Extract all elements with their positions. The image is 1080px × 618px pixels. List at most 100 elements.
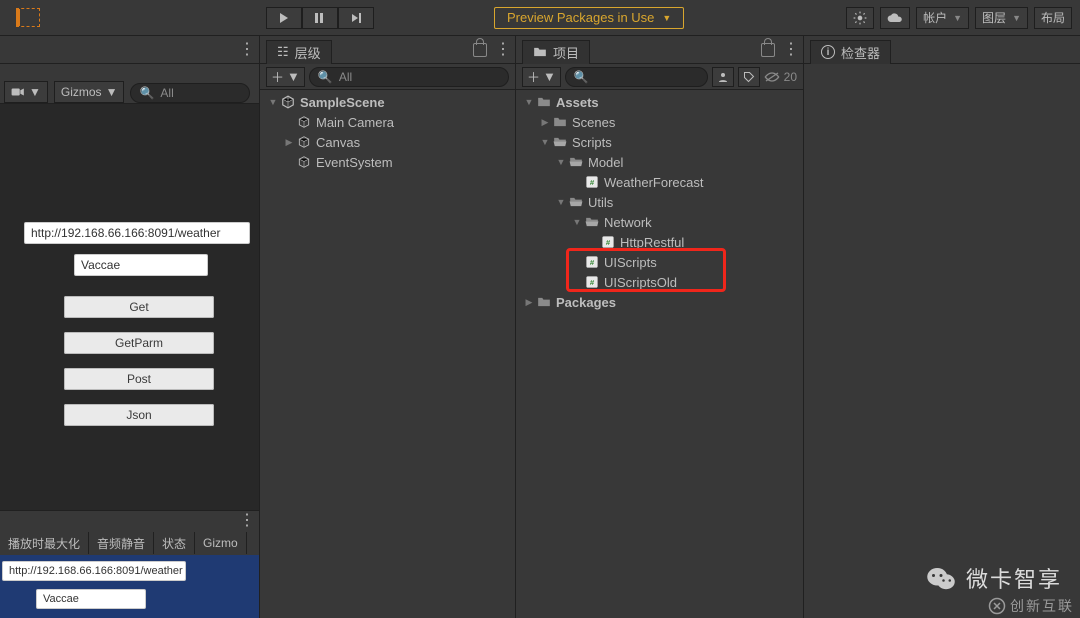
- camera-icon: [11, 87, 25, 97]
- cloud-button[interactable]: [880, 7, 910, 29]
- tree-row[interactable]: ▼ Scripts: [516, 132, 803, 152]
- expand-arrow-icon[interactable]: ▶: [282, 137, 296, 148]
- lock-icon[interactable]: [761, 43, 775, 57]
- expand-arrow-icon[interactable]: ▼: [554, 197, 568, 207]
- hierarchy-menu-icon[interactable]: ⋮: [495, 42, 509, 58]
- post-button[interactable]: Post: [64, 368, 214, 390]
- search-icon: 🔍: [574, 70, 589, 84]
- hierarchy-tree[interactable]: ▼SampleScene▶Main Camera▶Canvas▶EventSys…: [260, 90, 515, 618]
- hierarchy-search[interactable]: 🔍 All: [309, 67, 509, 87]
- expand-arrow-icon[interactable]: ▼: [570, 217, 584, 227]
- expand-arrow-icon[interactable]: ▶: [522, 297, 536, 308]
- inspector-tab[interactable]: i 检查器: [810, 40, 891, 64]
- project-search[interactable]: 🔍: [565, 67, 708, 87]
- expand-arrow-icon[interactable]: ▼: [522, 97, 536, 107]
- chevron-down-icon: ▼: [543, 69, 556, 84]
- tree-row-label: WeatherForecast: [604, 175, 703, 190]
- project-create-dropdown[interactable]: ＋▼: [522, 67, 561, 87]
- project-title: 项目: [553, 43, 579, 62]
- tree-row-label: Packages: [556, 295, 616, 310]
- top-toolbar: Preview Packages in Use ▼ 帐户▼ 图层▼ 布局: [0, 0, 1080, 36]
- layout-dropdown[interactable]: 布局: [1034, 7, 1072, 29]
- cube-icon: [296, 114, 312, 130]
- project-tree[interactable]: ▼Assets▶Scenes▼Scripts▼Model▶#WeatherFor…: [516, 90, 803, 618]
- filter-by-label-icon[interactable]: [738, 67, 760, 87]
- tree-row[interactable]: ▼Utils: [516, 192, 803, 212]
- getparm-button[interactable]: GetParm: [64, 332, 214, 354]
- game-panel: ⋮ 播放时最大化音频静音状态Gizmo http://192.168.66.16…: [0, 510, 259, 618]
- cs-icon: #: [584, 274, 600, 290]
- name-input[interactable]: Vaccae: [74, 254, 208, 276]
- game-menu-icon[interactable]: ⋮: [239, 513, 253, 529]
- create-dropdown[interactable]: ＋▼: [266, 67, 305, 87]
- cs-icon: #: [600, 234, 616, 250]
- layers-dropdown[interactable]: 图层▼: [975, 7, 1028, 29]
- tree-row-label: Scripts: [572, 135, 612, 150]
- tree-row-label: Main Camera: [316, 115, 394, 130]
- cloud-icon: [887, 12, 903, 24]
- scene-search[interactable]: 🔍 All: [130, 83, 250, 103]
- tree-row[interactable]: ▶#UIScripts: [516, 252, 803, 272]
- tree-row-label: SampleScene: [300, 95, 385, 110]
- game-name-input[interactable]: Vaccae: [36, 589, 146, 609]
- svg-text:#: #: [606, 238, 611, 247]
- expand-arrow-icon[interactable]: ▼: [538, 137, 552, 147]
- inspector-title: 检查器: [841, 43, 880, 62]
- tree-row[interactable]: ▶EventSystem: [260, 152, 515, 172]
- json-button[interactable]: Json: [64, 404, 214, 426]
- account-dropdown[interactable]: 帐户▼: [916, 7, 969, 29]
- tree-row-label: Scenes: [572, 115, 615, 130]
- hidden-count-value: 20: [784, 70, 797, 84]
- chevron-down-icon: ▼: [1012, 13, 1021, 23]
- tree-row[interactable]: ▼Model: [516, 152, 803, 172]
- project-menu-icon[interactable]: ⋮: [783, 42, 797, 58]
- chevron-down-icon: ▼: [287, 69, 300, 84]
- project-tab[interactable]: 项目: [522, 40, 590, 64]
- step-button[interactable]: [338, 7, 374, 29]
- tree-row[interactable]: ▼ SampleScene: [260, 92, 515, 112]
- tree-row[interactable]: ▶#HttpRestful: [516, 232, 803, 252]
- tree-row[interactable]: ▼ Assets: [516, 92, 803, 112]
- light-toggle[interactable]: [846, 7, 874, 29]
- tree-row-label: Assets: [556, 95, 599, 110]
- account-label: 帐户: [923, 9, 947, 26]
- gizmos-dropdown[interactable]: Gizmos ▼: [54, 81, 125, 103]
- lock-icon[interactable]: [473, 43, 487, 57]
- expand-arrow-icon[interactable]: ▶: [538, 117, 552, 128]
- game-url-input[interactable]: http://192.168.66.166:8091/weather: [2, 561, 186, 581]
- hierarchy-tab[interactable]: ☷ 层级: [266, 40, 332, 64]
- tree-row[interactable]: ▶Canvas: [260, 132, 515, 152]
- game-tab[interactable]: 状态: [154, 532, 195, 554]
- expand-arrow-icon[interactable]: ▼: [266, 97, 280, 107]
- expand-arrow-icon[interactable]: ▼: [554, 157, 568, 167]
- tree-row-label: UIScriptsOld: [604, 275, 677, 290]
- tree-row[interactable]: ▶#UIScriptsOld: [516, 272, 803, 292]
- hierarchy-title: 层级: [295, 43, 321, 62]
- hierarchy-panel: ☷ 层级 ⋮ ＋▼ 🔍 All ▼SampleScene▶Main Camera…: [260, 36, 516, 618]
- tree-row[interactable]: ▶ Scenes: [516, 112, 803, 132]
- preview-packages-dropdown[interactable]: Preview Packages in Use ▼: [494, 7, 684, 29]
- chevron-down-icon: ▼: [662, 13, 671, 23]
- get-button[interactable]: Get: [64, 296, 214, 318]
- game-tab[interactable]: 音频静音: [89, 532, 154, 554]
- tree-row[interactable]: ▶#WeatherForecast: [516, 172, 803, 192]
- game-tab[interactable]: Gizmo: [195, 532, 247, 554]
- pause-button[interactable]: [302, 7, 338, 29]
- tree-row[interactable]: ▶Main Camera: [260, 112, 515, 132]
- url-input[interactable]: http://192.168.66.166:8091/weather: [24, 222, 250, 244]
- hierarchy-search-placeholder: All: [339, 70, 352, 84]
- folder-open-icon: [552, 134, 568, 150]
- hidden-count[interactable]: 20: [764, 70, 797, 84]
- game-tab[interactable]: 播放时最大化: [0, 532, 89, 554]
- camera-dropdown[interactable]: ▼: [4, 81, 48, 103]
- tree-row[interactable]: ▼Network: [516, 212, 803, 232]
- game-viewport[interactable]: http://192.168.66.166:8091/weather Vacca…: [0, 555, 259, 618]
- corp-watermark: 创新互联: [988, 596, 1074, 616]
- tree-row[interactable]: ▶ Packages: [516, 292, 803, 312]
- scene-viewport[interactable]: http://192.168.66.166:8091/weather Vacca…: [0, 104, 259, 510]
- play-button[interactable]: [266, 7, 302, 29]
- scene-menu-icon[interactable]: ⋮: [239, 42, 253, 58]
- filter-by-type-icon[interactable]: [712, 67, 734, 87]
- editor-tool-icon[interactable]: [16, 8, 40, 27]
- unity-icon: [280, 94, 296, 110]
